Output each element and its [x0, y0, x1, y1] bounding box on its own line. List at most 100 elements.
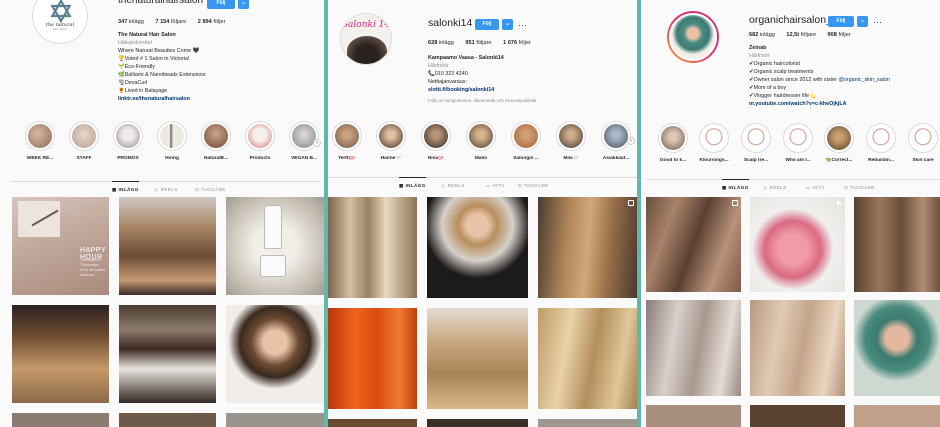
tab-reels[interactable]: ▷ REELS [442, 183, 465, 189]
tab-igtv[interactable]: ▭ IGTV [486, 183, 505, 189]
post-thumbnail[interactable] [854, 405, 940, 427]
post-thumbnail[interactable] [328, 308, 417, 409]
post-thumbnail[interactable] [226, 197, 324, 295]
post-thumbnail[interactable] [646, 405, 741, 427]
tab-reels[interactable]: ▷ REELS [155, 187, 178, 193]
mention-link[interactable]: @organic_skin_salon [838, 77, 890, 83]
highlight-label: Asiakkaat... [602, 156, 630, 161]
tab-posts[interactable]: ▦ INLÄGG [722, 179, 749, 191]
following-count[interactable]: 1 076 följer [503, 40, 531, 46]
post-thumbnail[interactable] [12, 305, 109, 403]
highlight-item[interactable]: WEEK RE... [23, 121, 57, 161]
profile-bio: Zeinab Hårfrisör ✔Organic haircolorist ✔… [749, 44, 890, 108]
tab-tagged[interactable]: ⊡ TAGGADE [518, 183, 549, 189]
post-thumbnail[interactable] [854, 197, 940, 292]
more-options-icon[interactable]: ··· [873, 18, 882, 27]
post-thumbnail[interactable] [427, 308, 528, 409]
post-thumbnail[interactable] [750, 197, 845, 292]
grid-icon: ▦ [112, 187, 117, 192]
highlight-item[interactable]: Klournings... [697, 123, 731, 163]
tab-tagged[interactable]: ⊡ TAGGADE [844, 185, 875, 191]
post-thumbnail[interactable] [538, 419, 637, 427]
suggest-dropdown-button[interactable]: ⌄ [857, 16, 868, 27]
highlight-item[interactable]: Hanne🤍 [374, 121, 408, 161]
post-thumbnail[interactable] [538, 197, 637, 298]
bio-line: 🌿Balliami & Nanobeads Extensions [118, 72, 206, 78]
highlight-item[interactable]: PROMOS [111, 121, 145, 161]
bio-phone: 📞010 322 4240 [428, 71, 468, 77]
posts-count[interactable]: 628 inlägg [428, 40, 454, 46]
highlight-item[interactable]: Hiring [155, 121, 189, 161]
post-thumbnail[interactable] [226, 413, 324, 427]
post-thumbnail[interactable] [427, 197, 528, 298]
highlight-item[interactable]: Nina💯 [419, 121, 453, 161]
post-thumbnail[interactable] [646, 300, 741, 396]
highlight-item[interactable]: Mila🤍 [554, 121, 588, 161]
post-thumbnail[interactable] [119, 305, 216, 403]
follow-button[interactable]: Följ [828, 16, 854, 27]
post-thumbnail[interactable] [119, 197, 216, 295]
reels-icon: ▷ [442, 183, 446, 188]
following-count[interactable]: 908 följer [828, 32, 851, 38]
bio-link[interactable]: m.youtube.com/watch?v=c-kheOjkjLA [749, 100, 890, 108]
tab-reels[interactable]: ▷ REELS [764, 185, 787, 191]
post-thumbnail[interactable] [119, 413, 216, 427]
tab-tagged[interactable]: ⊡ TAGGADE [195, 187, 226, 193]
igtv-icon: ▭ [806, 185, 811, 190]
profile-avatar[interactable]: Salonki 14 [340, 13, 392, 65]
bio-line: 🌱Eco-Friendly [118, 64, 155, 70]
profile-username: organichairsalon_ [749, 14, 832, 26]
post-thumbnail[interactable] [854, 300, 940, 396]
bio-link[interactable]: slotti.fi/booking/salonki14 [428, 86, 504, 94]
highlight-item[interactable]: 🌿Correct... [822, 123, 856, 163]
followers-count[interactable]: 951 följare [465, 40, 491, 46]
highlight-item[interactable]: Tertti💯 [330, 121, 364, 161]
highlight-label: Hiring [165, 156, 179, 161]
follow-button[interactable]: Följ [207, 0, 235, 9]
followers-count[interactable]: 7 154 följare [155, 19, 186, 25]
highlight-item[interactable]: Malin [464, 121, 498, 161]
posts-count[interactable]: 682 inlägg [749, 32, 775, 38]
suggest-dropdown-button[interactable]: ⌄ [502, 19, 513, 30]
highlight-item[interactable]: Skin care [906, 123, 940, 163]
profile-avatar[interactable] [667, 11, 719, 63]
post-thumbnail[interactable] [328, 197, 417, 298]
highlight-item[interactable]: Rebuildin... [864, 123, 898, 163]
highlight-item[interactable]: Scalp tre... [739, 123, 773, 163]
highlight-item[interactable]: Who am I... [781, 123, 815, 163]
suggest-dropdown-button[interactable]: ⌄ [238, 0, 249, 9]
bio-link[interactable]: linktr.ee/thenaturalhairsalon [118, 95, 206, 103]
follow-button[interactable]: Följ [475, 19, 499, 30]
profile-panel-thenaturalhairsalon: the natural hair salon thenaturalhairsal… [0, 0, 324, 427]
profile-name: Zeinab [749, 45, 767, 51]
bio-line: ✔Mom of a boy [749, 85, 787, 91]
tab-posts[interactable]: ▦ INLÄGG [112, 181, 139, 193]
bio-line: 🏆Voted # 1 Salon in Victoria! [118, 56, 190, 62]
highlight-item[interactable]: STAFF [67, 121, 101, 161]
post-thumbnail[interactable] [427, 419, 528, 427]
post-thumbnail[interactable]: HAPPY HOUR Tuesdays & Thursdays 20% off c… [12, 197, 109, 295]
profile-stats: 682 inlägg 12,5t följare 908 följer [749, 32, 861, 38]
post-thumbnail[interactable] [646, 197, 741, 292]
post-thumbnail[interactable] [750, 300, 845, 396]
profile-avatar[interactable]: the natural hair salon [32, 0, 88, 44]
tab-posts[interactable]: ▦ INLÄGG [399, 177, 426, 189]
following-count[interactable]: 2 894 följer [198, 19, 226, 25]
highlights-next-button[interactable]: › [627, 137, 635, 145]
highlight-item[interactable]: NaturalB... [199, 121, 233, 161]
followers-count[interactable]: 12,5t följare [786, 32, 816, 38]
highlight-item[interactable]: Good to k... [656, 123, 690, 163]
post-thumbnail[interactable] [226, 305, 324, 403]
tab-igtv[interactable]: ▭ IGTV [806, 185, 825, 191]
highlight-item[interactable]: Salongin ... [509, 121, 543, 161]
post-thumbnail[interactable] [328, 419, 417, 427]
post-thumbnail[interactable] [538, 308, 637, 409]
more-options-icon[interactable]: ··· [518, 21, 527, 30]
profile-stats: 347 inlägg 7 154 följare 2 894 följer [118, 19, 235, 25]
highlights-next-button[interactable]: › [313, 139, 321, 147]
posts-count[interactable]: 347 inlägg [118, 19, 144, 25]
followed-by[interactable]: Följs av saragunmarie, ldamiranda och mi… [428, 98, 536, 103]
highlight-item[interactable]: Products [243, 121, 277, 161]
post-thumbnail[interactable] [12, 413, 109, 427]
post-thumbnail[interactable] [750, 405, 845, 427]
